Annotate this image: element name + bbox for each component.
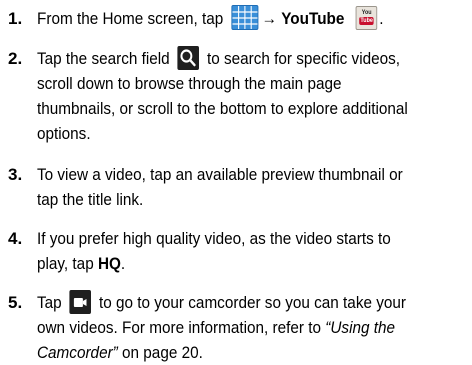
step-text: Tap the search field to search for speci… (37, 45, 424, 146)
step-line: If you prefer high quality video, as the… (37, 229, 391, 248)
step-line: thumbnails, or scroll to the bottom to e… (37, 99, 408, 118)
text-segment: Tap the search field (37, 49, 174, 68)
text-segment: to go to your camcorder so you can take … (94, 293, 406, 312)
youtube-icon-bottom-text: Tube (359, 17, 374, 26)
step-line: Tap the search field to search for speci… (37, 45, 424, 71)
page-reference: on page 20. (117, 343, 203, 362)
step-line: From the Home screen, tap → YouTube You T… (37, 5, 424, 31)
arrow-glyph: → (261, 9, 277, 28)
search-icon (177, 45, 200, 70)
step-line: Camcorder” on page 20. (37, 340, 424, 365)
step-line: tap the title link. (37, 190, 144, 209)
step-number: 2. (8, 49, 23, 68)
text-segment: Tap (37, 293, 66, 312)
text-segment: own videos. For more information, refer … (37, 318, 322, 337)
step-number: 1. (8, 9, 23, 28)
step-number: 5. (8, 293, 23, 312)
step-text: Tap to go to your camcorder so you can t… (37, 289, 424, 365)
step-text: If you prefer high quality video, as the… (37, 226, 424, 276)
reference-title: Camcorder” (37, 343, 118, 362)
step-line: scroll down to browse through the main p… (37, 74, 342, 93)
step-text: From the Home screen, tap → YouTube You T… (37, 5, 424, 31)
step-line: play, tap HQ. (37, 251, 424, 276)
text-segment: play, tap (37, 254, 94, 273)
step-line: To view a video, tap an available previe… (37, 165, 403, 184)
step-line: Tap to go to your camcorder so you can t… (37, 289, 424, 315)
text-segment: . (379, 9, 384, 28)
youtube-icon-top-text: You (361, 10, 372, 17)
step-line: own videos. For more information, refer … (37, 315, 424, 340)
step-line: options. (37, 124, 91, 143)
text-segment: From the Home screen, tap (37, 9, 228, 28)
camcorder-icon (69, 289, 92, 314)
apps-grid-icon (231, 5, 259, 31)
reference-title: “Using the (325, 318, 396, 337)
step-text: To view a video, tap an available previe… (37, 162, 424, 212)
step-number: 4. (8, 229, 23, 248)
youtube-icon: You Tube (355, 6, 378, 31)
hq-label: HQ (97, 254, 121, 273)
app-name: YouTube (281, 9, 349, 28)
text-segment: . (120, 254, 126, 273)
text-segment: to search for specific videos, (202, 49, 401, 68)
step-number: 3. (8, 165, 23, 184)
